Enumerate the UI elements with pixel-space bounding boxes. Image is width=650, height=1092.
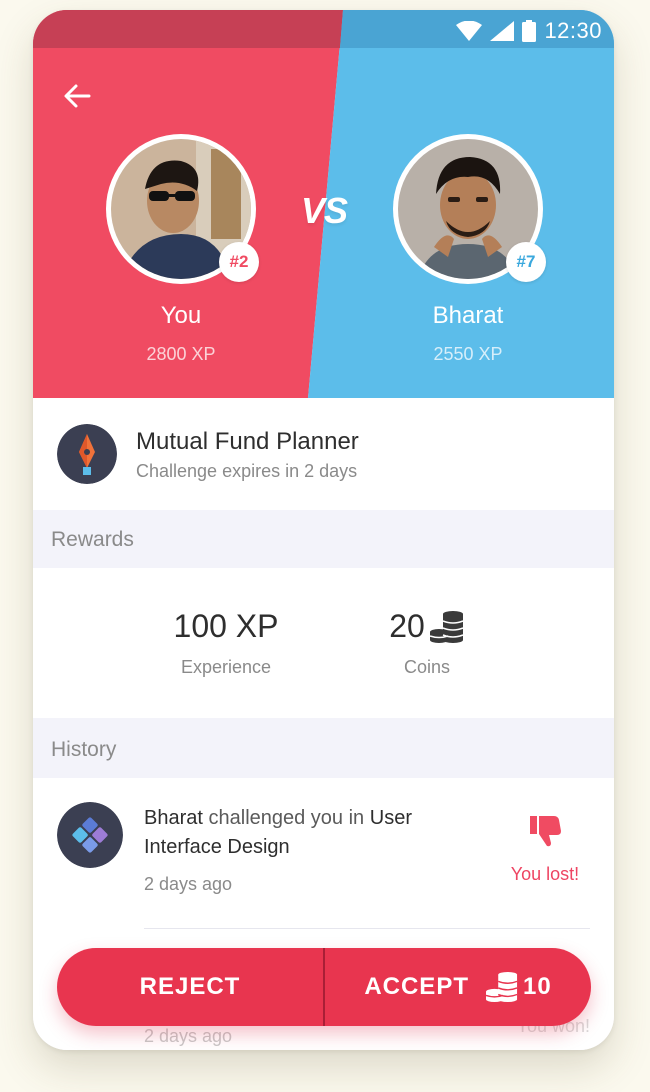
coins-label: Coins: [403, 657, 451, 677]
history-result-text: You lost!: [510, 864, 580, 884]
history-item-text: Bharat challenged you in User Interface …: [144, 804, 444, 862]
coins-value-row: 20: [327, 608, 527, 645]
history-action: challenged you in: [208, 807, 365, 829]
coins-stack-icon: [485, 971, 518, 1003]
accept-label: ACCEPT: [364, 973, 469, 1000]
experience-value: 100 XP: [173, 608, 279, 644]
vs-label: VS: [301, 190, 348, 231]
status-bar: 12:30: [33, 10, 614, 48]
rank-badge-bharat: #7: [506, 242, 546, 282]
history-time-2: 2 days ago: [144, 1026, 233, 1046]
accept-cost-value: 10: [522, 973, 552, 1000]
player-name-bharat: Bharat: [432, 302, 504, 329]
rewards-section-label: Rewards: [33, 510, 614, 568]
reject-label: REJECT: [139, 973, 241, 1000]
rank-badge-you: #2: [219, 242, 259, 282]
versus-header: 12:30 #2 You 2800 XP VS #7 Bharat 2550 X…: [33, 10, 614, 398]
history-divider: [144, 928, 590, 929]
experience-label: Experience: [180, 657, 272, 677]
challenge-expiry: Challenge expires in 2 days: [136, 461, 358, 481]
challenge-card[interactable]: Mutual Fund Planner Challenge expires in…: [33, 398, 614, 510]
thumbs-down-icon: [530, 816, 561, 847]
reject-button[interactable]: REJECT: [57, 948, 323, 1026]
challenge-title: Mutual Fund Planner: [136, 428, 359, 455]
player-right[interactable]: #7 Bharat 2550 XP: [388, 134, 548, 365]
accept-cost: 10: [485, 971, 552, 1003]
battery-icon: [522, 20, 537, 42]
history-result: You lost!: [500, 814, 590, 885]
phone-screen: 12:30 #2 You 2800 XP VS #7 Bharat 2550 X…: [33, 10, 614, 1050]
history-section-label: History: [33, 720, 614, 778]
action-bar: REJECT ACCEPT 10: [57, 948, 591, 1026]
coins-value: 20: [389, 608, 425, 644]
player-xp-you: 2800 XP: [146, 344, 216, 364]
history-actor: Bharat: [144, 807, 203, 829]
avatar-ring: #7: [393, 134, 546, 284]
accept-button[interactable]: ACCEPT 10: [325, 948, 591, 1026]
ui-design-icon: [57, 802, 123, 868]
reward-experience: 100 XP Experience: [126, 608, 326, 678]
rewards-panel: 100 XP Experience 20 Coins: [33, 568, 614, 718]
coins-stack-icon: [429, 610, 464, 643]
player-xp-bharat: 2550 XP: [433, 344, 503, 364]
signal-icon: [490, 21, 515, 41]
wifi-icon: [456, 21, 483, 41]
arrow-left-icon: [64, 84, 91, 108]
player-left[interactable]: #2 You 2800 XP: [101, 134, 261, 365]
reward-coins: 20 Coins: [327, 608, 527, 678]
status-time: 12:30: [544, 18, 602, 43]
player-name-you: You: [160, 302, 202, 329]
back-button[interactable]: [59, 78, 95, 114]
avatar-ring: #2: [106, 134, 259, 284]
history-time: 2 days ago: [144, 874, 233, 894]
pen-nib-icon: [57, 424, 117, 484]
